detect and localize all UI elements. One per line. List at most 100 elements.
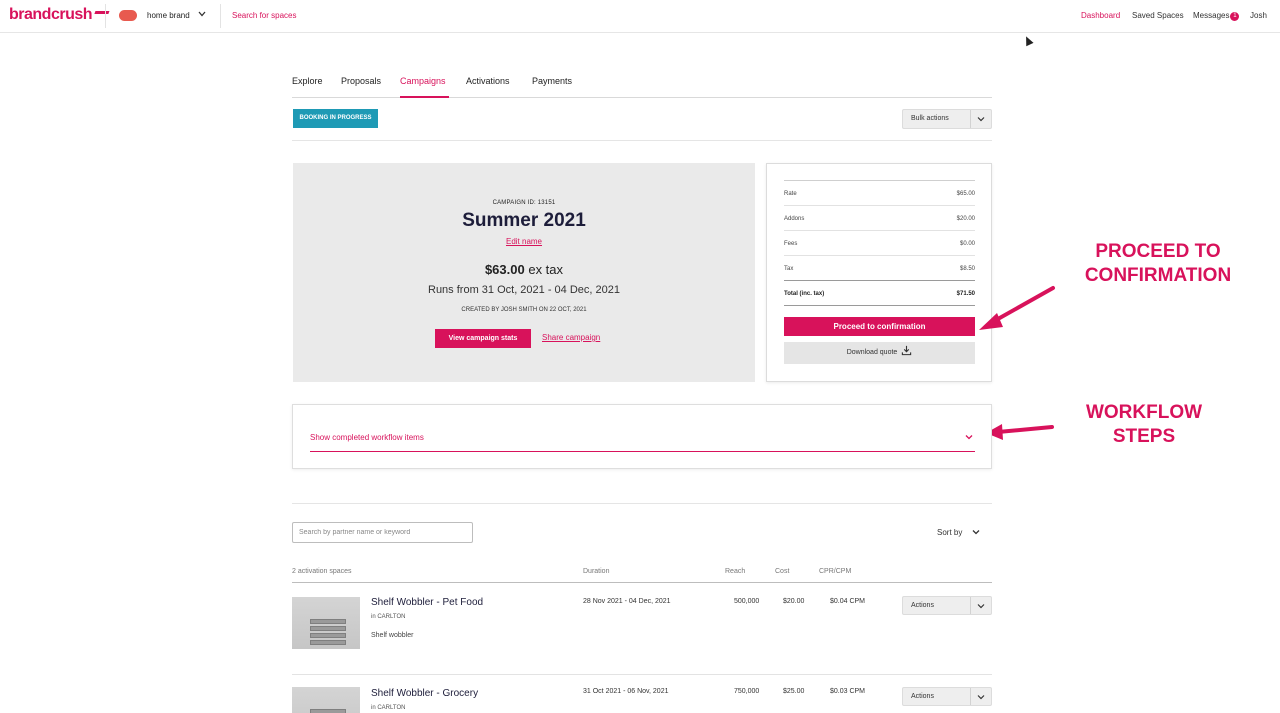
quote-row-addons: Addons $20.00 — [784, 206, 975, 231]
brandcrush-logo[interactable]: brandcrush — [9, 6, 110, 24]
nav-messages[interactable]: Messages 1 — [1193, 11, 1240, 21]
space-title[interactable]: Shelf Wobbler - Grocery — [371, 688, 478, 699]
quote-panel: Rate $65.00 Addons $20.00 Fees $0.00 Tax… — [766, 163, 992, 382]
campaign-price: $63.00 ex tax — [293, 262, 755, 277]
quote-row-rate: Rate $65.00 — [784, 181, 975, 206]
chevron-down-icon[interactable] — [964, 432, 974, 442]
space-reach: 500,000 — [734, 598, 760, 605]
campaign-summary-panel: CAMPAIGN ID: 13151 Summer 2021 Edit name… — [293, 163, 755, 382]
annotation-arrow-icon — [979, 286, 1055, 330]
space-title[interactable]: Shelf Wobbler - Pet Food — [371, 597, 483, 608]
shelf-graphic — [310, 619, 346, 624]
search-input[interactable] — [292, 522, 473, 543]
campaign-created-by: CREATED BY JOSH SMITH ON 22 OCT, 2021 — [461, 307, 587, 313]
quote-value: $0.00 — [959, 241, 975, 247]
share-campaign-link[interactable]: Share campaign — [542, 333, 600, 342]
space-duration: 28 Nov 2021 - 04 Dec, 2021 — [583, 598, 671, 605]
brand-logo-icon — [119, 10, 137, 21]
download-quote-label: Download quote — [846, 349, 898, 356]
edit-name-link: Edit name — [293, 237, 755, 246]
space-thumbnail[interactable] — [292, 597, 360, 649]
sort-by-dropdown[interactable]: Sort by — [937, 528, 962, 537]
row-actions-button[interactable]: Actions — [902, 687, 992, 706]
view-campaign-stats-button[interactable]: View campaign stats — [435, 329, 531, 348]
tab-activations[interactable]: Activations — [466, 76, 510, 86]
divider — [292, 674, 992, 675]
quote-row-fees: Fees $0.00 — [784, 231, 975, 256]
nav-divider — [220, 4, 221, 28]
space-cpr: $0.03 CPM — [830, 688, 866, 695]
campaign-price-amount: $63.00 — [484, 262, 525, 277]
shelf-graphic — [310, 626, 346, 631]
bulk-actions-button[interactable]: Bulk actions — [902, 109, 992, 129]
status-badge: BOOKING IN PROGRESS — [293, 109, 378, 128]
tab-campaigns[interactable]: Campaigns — [400, 76, 446, 86]
quote-row-tax: Tax $8.50 — [784, 256, 975, 281]
annotation-arrow-icon — [986, 424, 1054, 440]
header-cpr-cpm: CPR/CPM — [819, 568, 852, 575]
actions-label: Actions — [911, 602, 934, 609]
tab-explore[interactable]: Explore — [292, 76, 323, 86]
button-divider — [970, 110, 971, 128]
campaign-run-dates: Runs from 31 Oct, 2021 - 04 Dec, 2021 — [428, 284, 620, 296]
space-cost: $20.00 — [783, 598, 805, 605]
space-cpr: $0.04 CPM — [830, 598, 866, 605]
brand-selector-label[interactable]: home brand — [147, 11, 190, 20]
nav-dashboard[interactable]: Dashboard — [1081, 11, 1120, 20]
quote-label: Fees — [784, 241, 798, 247]
quote-label: Rate — [784, 191, 797, 197]
annotation-workflow-line2: STEPS — [1112, 426, 1176, 447]
quote-label: Total (inc. tax) — [784, 291, 825, 297]
download-icon — [902, 345, 912, 356]
campaign-id: CAMPAIGN ID: 13151 — [492, 200, 556, 206]
divider — [292, 582, 992, 583]
shelf-graphic — [310, 709, 346, 713]
bulk-actions-label: Bulk actions — [911, 115, 949, 122]
quote-value: $20.00 — [956, 216, 975, 222]
quote-value: $8.50 — [959, 266, 975, 272]
nav-saved-spaces[interactable]: Saved Spaces — [1132, 11, 1184, 20]
annotation-workflow-line1: WORKFLOW — [1085, 402, 1203, 423]
messages-count-badge: 1 — [1230, 12, 1240, 21]
tab-payments[interactable]: Payments — [532, 76, 572, 86]
search-for-spaces-link[interactable]: Search for spaces — [232, 11, 296, 20]
space-cost: $25.00 — [783, 688, 805, 695]
space-location: in CARLTON — [371, 705, 406, 711]
divider — [292, 503, 992, 504]
chevron-down-icon[interactable] — [976, 692, 986, 702]
header-activation-spaces: 2 activation spaces — [292, 568, 352, 575]
chevron-down-icon[interactable] — [976, 601, 986, 611]
chevron-down-icon[interactable] — [971, 527, 981, 537]
shelf-graphic — [310, 640, 346, 645]
row-actions-button[interactable]: Actions — [902, 596, 992, 615]
annotation-proceed: PROCEED TO CONFIRMATION — [1066, 240, 1250, 288]
download-quote-button[interactable]: Download quote — [784, 342, 975, 364]
edit-name-link-text[interactable]: Edit name — [506, 237, 542, 246]
nav-messages-label: Messages — [1193, 11, 1230, 20]
campaign-price-suffix: ex tax — [528, 262, 564, 277]
workflow-panel: Show completed workflow items — [292, 404, 992, 469]
quote-value: $71.50 — [956, 291, 975, 297]
divider — [292, 140, 992, 141]
campaign-tabs: Explore Proposals Campaigns Activations … — [292, 74, 992, 98]
space-thumbnail[interactable] — [292, 687, 360, 713]
button-divider — [970, 597, 971, 614]
nav-divider — [105, 4, 106, 28]
actions-label: Actions — [911, 693, 934, 700]
chevron-down-icon[interactable] — [197, 9, 207, 19]
annotation-proceed-line2: CONFIRMATION — [1084, 265, 1232, 286]
tab-proposals[interactable]: Proposals — [341, 76, 381, 86]
space-description: Shelf wobbler — [371, 632, 414, 639]
shelf-graphic — [310, 633, 346, 638]
header-duration: Duration — [583, 568, 610, 575]
quote-label: Addons — [784, 216, 805, 222]
campaign-title: Summer 2021 — [462, 210, 586, 231]
chevron-down-icon[interactable] — [976, 114, 986, 124]
quote-label: Tax — [784, 266, 794, 272]
nav-user-menu[interactable]: Josh — [1250, 11, 1267, 20]
proceed-to-confirmation-button[interactable]: Proceed to confirmation — [784, 317, 975, 336]
quote-value: $65.00 — [956, 191, 975, 197]
space-duration: 31 Oct 2021 - 06 Nov, 2021 — [583, 688, 669, 695]
show-completed-workflow-toggle[interactable]: Show completed workflow items — [310, 433, 424, 442]
active-tab-indicator — [400, 96, 449, 98]
